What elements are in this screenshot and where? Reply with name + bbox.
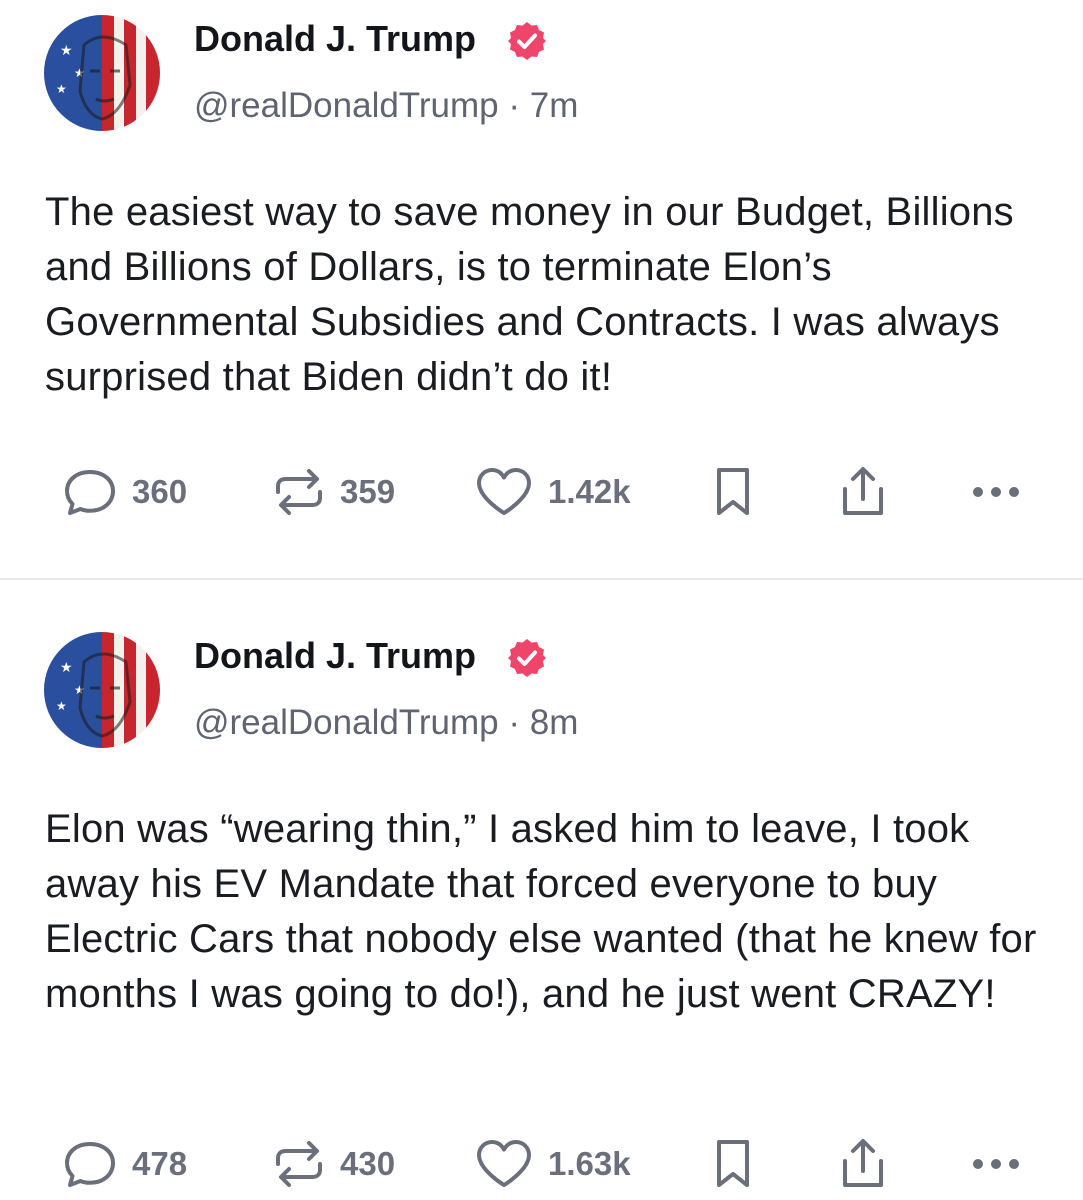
like-count: 1.63k [548, 1145, 631, 1182]
svg-text:★: ★ [60, 660, 73, 676]
share-upload-icon [843, 1139, 883, 1187]
share-upload-icon [843, 467, 883, 515]
speech-bubble-icon [65, 1142, 115, 1187]
author-display-name[interactable]: Donald J. Trump [194, 634, 476, 678]
more-dots-icon [973, 1159, 1019, 1169]
like-button[interactable]: 1.42k [474, 462, 631, 522]
svg-text:★: ★ [56, 82, 67, 96]
bookmark-button[interactable] [712, 1134, 754, 1194]
repost-button[interactable]: 359 [272, 462, 395, 522]
share-button[interactable] [838, 462, 888, 522]
like-button[interactable]: 1.63k [474, 1134, 631, 1194]
separator-dot: · [508, 86, 521, 125]
post-text: The easiest way to save money in our Bud… [45, 190, 1014, 399]
post-card[interactable]: ★ ★ ★ Donald J. Trump @realDonaldTrump ·… [0, 580, 1083, 1200]
repost-arrows-icon [276, 1141, 322, 1187]
bookmark-button[interactable] [712, 462, 754, 522]
bookmark-icon [717, 1140, 749, 1187]
author-handle[interactable]: @realDonaldTrump [194, 86, 499, 125]
repost-count: 430 [340, 1145, 396, 1182]
post-actions: 478 430 1.63k [0, 1134, 1083, 1194]
repost-arrows-icon [276, 469, 322, 515]
more-dots-icon [973, 487, 1019, 497]
speech-bubble-icon [65, 470, 115, 515]
reply-count: 360 [132, 473, 188, 510]
verified-badge-icon [506, 637, 548, 679]
author-display-name[interactable]: Donald J. Trump [194, 17, 476, 61]
reply-button[interactable]: 360 [62, 462, 187, 522]
post-actions: 360 359 1.42k [0, 462, 1083, 522]
repost-count: 359 [340, 473, 396, 510]
flag-portrait-avatar-icon: ★ ★ ★ [44, 15, 160, 131]
verified-badge-icon [506, 20, 548, 62]
repost-button[interactable]: 430 [272, 1134, 395, 1194]
avatar[interactable]: ★ ★ ★ [44, 15, 160, 131]
author-handle-line[interactable]: @realDonaldTrump · 8m [194, 701, 578, 745]
more-options-button[interactable] [970, 462, 1022, 522]
reply-count: 478 [132, 1145, 188, 1182]
svg-text:★: ★ [60, 43, 73, 59]
post-card[interactable]: ★ ★ ★ Donald J. Trump @realDonaldTrump ·… [0, 0, 1083, 578]
post-text: Elon was “wearing thin,” I asked him to … [45, 807, 1037, 1016]
avatar[interactable]: ★ ★ ★ [44, 632, 160, 748]
author-handle[interactable]: @realDonaldTrump [194, 703, 499, 742]
flag-portrait-avatar-icon: ★ ★ ★ [44, 632, 160, 748]
like-count: 1.42k [548, 473, 631, 510]
bookmark-icon [717, 468, 749, 515]
svg-text:★: ★ [56, 699, 67, 713]
share-button[interactable] [838, 1134, 888, 1194]
heart-icon [477, 468, 531, 515]
heart-icon [477, 1140, 531, 1187]
author-handle-line[interactable]: @realDonaldTrump · 7m [194, 84, 578, 128]
more-options-button[interactable] [970, 1134, 1022, 1194]
post-timestamp[interactable]: 7m [530, 86, 579, 125]
separator-dot: · [508, 703, 521, 742]
post-timestamp[interactable]: 8m [530, 703, 579, 742]
reply-button[interactable]: 478 [62, 1134, 187, 1194]
